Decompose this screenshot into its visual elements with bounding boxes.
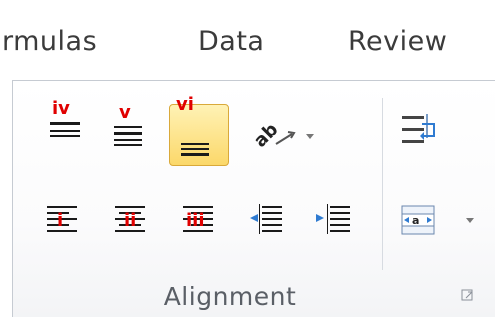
annotation-vi: vi: [176, 94, 194, 115]
annotation-ii: ii: [124, 210, 137, 231]
tab-formulas[interactable]: rmulas: [2, 26, 97, 57]
ribbon-tab-bar: rmulas Data Review: [0, 0, 495, 80]
decrease-indent-button[interactable]: [248, 200, 288, 240]
svg-text:ab: ab: [250, 119, 283, 152]
decrease-indent-icon: [250, 204, 282, 234]
merge-center-icon: a: [401, 205, 474, 235]
tab-review[interactable]: Review: [348, 26, 447, 57]
annotation-iv: iv: [52, 98, 70, 119]
wrap-text-button[interactable]: [400, 110, 440, 158]
group-separator: [382, 98, 383, 270]
increase-indent-button[interactable]: [310, 200, 354, 240]
annotation-iii: iii: [186, 210, 205, 231]
orientation-button[interactable]: ab: [246, 112, 322, 156]
merge-center-button[interactable]: a: [400, 200, 484, 240]
wrap-text-icon: [402, 114, 435, 143]
group-label-alignment: Alignment: [163, 282, 297, 311]
middle-align-button[interactable]: [112, 112, 152, 156]
annotation-i: i: [57, 210, 64, 231]
middle-align-icon: [114, 126, 142, 146]
increase-indent-icon: [316, 204, 350, 234]
orientation-icon: ab: [250, 119, 314, 152]
dialog-launcher-icon: [461, 289, 473, 301]
annotation-v: v: [119, 102, 131, 123]
tab-data[interactable]: Data: [198, 26, 264, 57]
svg-text:a: a: [412, 214, 419, 227]
dialog-launcher-button[interactable]: [461, 288, 475, 302]
